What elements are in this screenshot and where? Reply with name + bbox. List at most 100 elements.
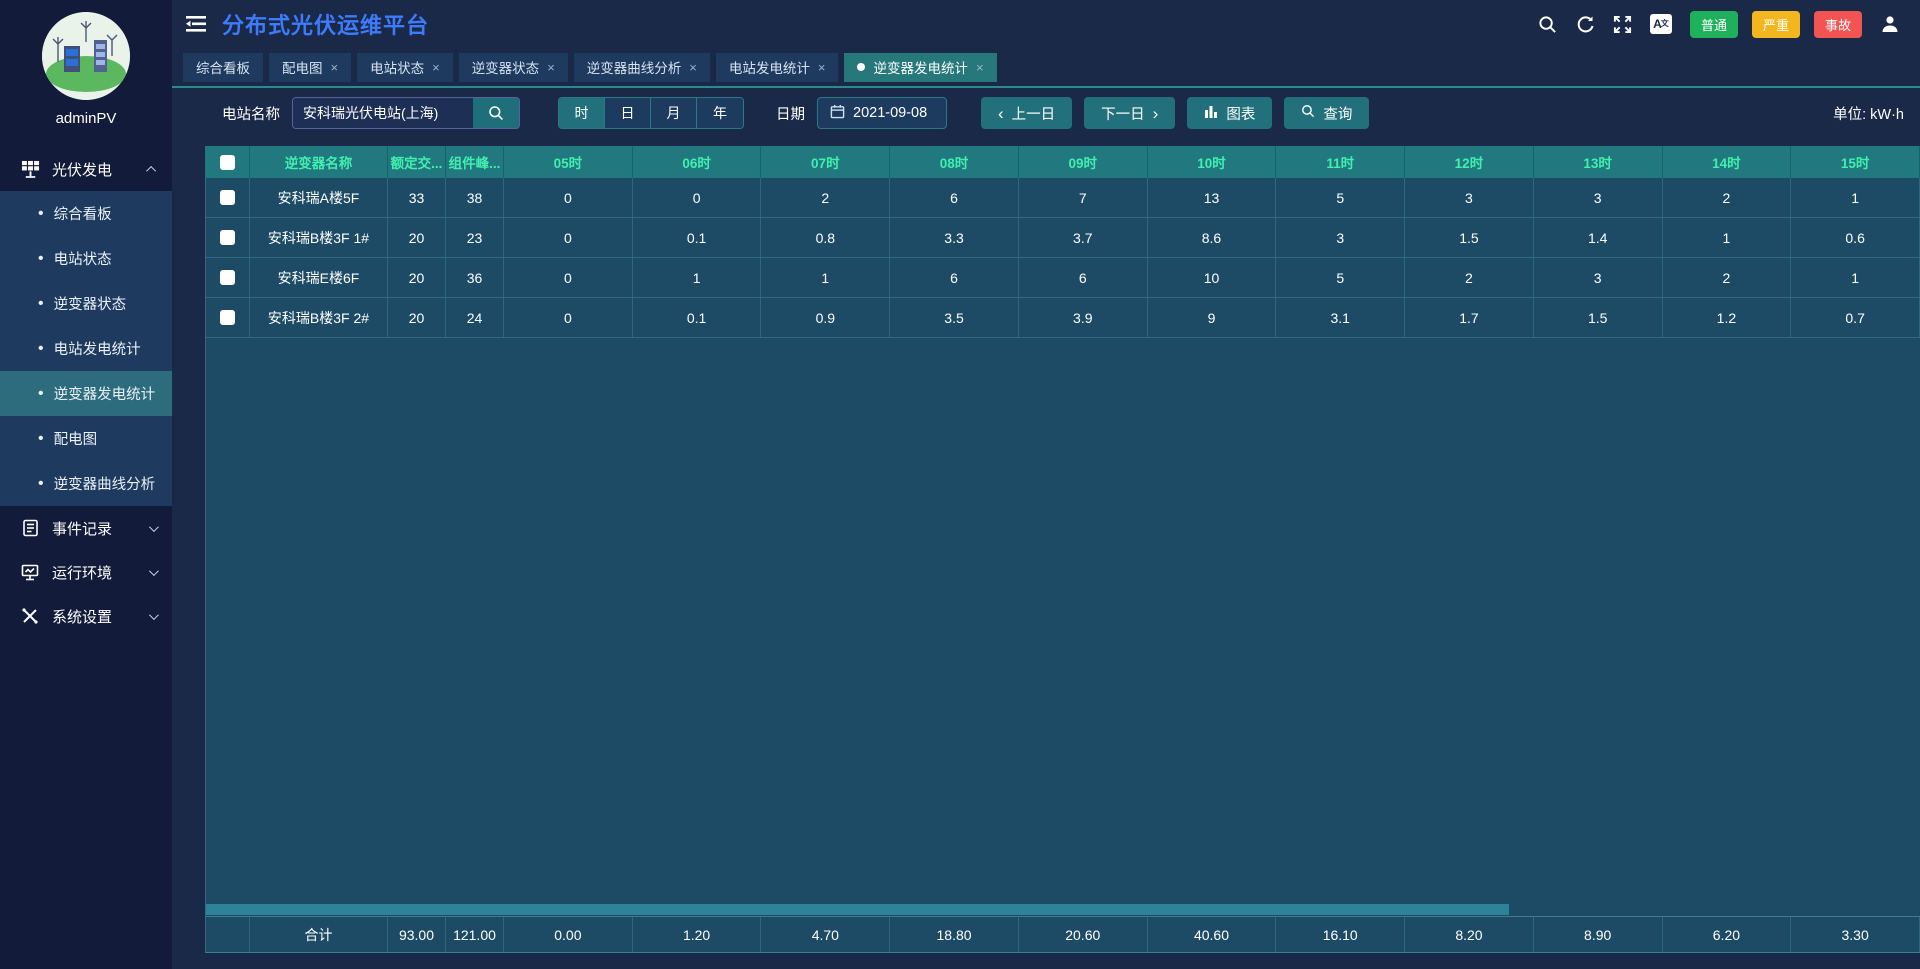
toolbar: 电站名称 时日月年 日期 2021-09-08 ‹ 上一日 下一日 › [172, 88, 1920, 138]
avatar[interactable] [42, 12, 130, 100]
tab-close-icon[interactable]: × [818, 60, 826, 75]
fullscreen-icon[interactable] [1613, 15, 1632, 34]
horizontal-scrollbar[interactable] [206, 904, 1920, 916]
chart-label: 图表 [1226, 103, 1255, 124]
tab[interactable]: 逆变器发电统计× [844, 53, 996, 82]
inverter-name-cell: 安科瑞B楼3F 2# [250, 298, 388, 337]
sidebar-subitem[interactable]: •配电图 [0, 416, 172, 461]
unit-label: 单位: kW·h [1833, 103, 1904, 124]
translate-icon[interactable]: A文 [1650, 14, 1672, 34]
content-area: 逆变器名称额定交...组件峰...05时06时07时08时09时10时11时12… [172, 138, 1920, 969]
sidebar-subitem[interactable]: •逆变器发电统计 [0, 371, 172, 416]
solar-grid-icon [20, 159, 40, 179]
date-value: 2021-09-08 [853, 105, 927, 121]
sidebar-item[interactable]: 事件记录 [0, 506, 172, 550]
tab-close-icon[interactable]: × [689, 60, 697, 75]
chevron-right-icon: › [1153, 105, 1159, 122]
chevron-down-icon [149, 610, 159, 620]
value-cell: 0 [504, 298, 633, 337]
tab-close-icon[interactable]: × [547, 60, 555, 75]
row-checkbox[interactable] [220, 230, 235, 245]
calendar-icon [830, 104, 845, 123]
scrollbar-thumb[interactable] [206, 904, 1509, 915]
value-cell: 1.2 [1663, 298, 1792, 337]
tab-close-icon[interactable]: × [432, 60, 440, 75]
inverter-name-cell: 安科瑞E楼6F [250, 258, 388, 297]
footer-total-cell: 8.90 [1534, 917, 1663, 952]
column-header: 08时 [890, 146, 1019, 178]
tab[interactable]: 配电图× [269, 53, 351, 82]
value-cell: 3.1 [1276, 298, 1405, 337]
value-cell: 20 [388, 298, 446, 337]
row-checkbox[interactable] [220, 190, 235, 205]
column-header: 额定交... [388, 146, 446, 178]
table-footer-row: 合计93.00121.000.001.204.7018.8020.6040.60… [206, 916, 1920, 953]
sidebar-item-label: 光伏发电 [52, 159, 149, 180]
footer-total-label: 合计 [250, 917, 388, 952]
search-icon[interactable] [1538, 15, 1557, 34]
tab[interactable]: 逆变器曲线分析× [574, 53, 710, 82]
period-option[interactable]: 年 [697, 98, 743, 128]
row-checkbox[interactable] [220, 310, 235, 325]
alarm-badge[interactable]: 事故 [1814, 11, 1862, 38]
refresh-icon[interactable] [1575, 14, 1595, 34]
alarm-badge[interactable]: 严重 [1752, 11, 1800, 38]
sidebar-subitem[interactable]: •电站状态 [0, 236, 172, 281]
user-icon[interactable] [1880, 14, 1900, 34]
column-header: 06时 [633, 146, 762, 178]
column-header: 05时 [504, 146, 633, 178]
chevron-down-icon [149, 522, 159, 532]
header-checkbox[interactable] [220, 155, 235, 170]
tab[interactable]: 逆变器状态× [459, 53, 568, 82]
avatar-illustration [42, 12, 130, 100]
chart-button[interactable]: 图表 [1187, 97, 1272, 129]
tab[interactable]: 综合看板 [183, 53, 263, 82]
value-cell: 38 [446, 178, 504, 217]
query-button[interactable]: 查询 [1284, 97, 1369, 129]
value-cell: 0.7 [1791, 298, 1920, 337]
period-option[interactable]: 日 [605, 98, 651, 128]
bullet-icon: • [38, 295, 44, 313]
alarm-badge[interactable]: 普通 [1690, 11, 1738, 38]
tab-close-icon[interactable]: × [331, 60, 339, 75]
column-header: 组件峰... [446, 146, 504, 178]
query-search-icon [1301, 104, 1315, 122]
value-cell: 2 [1663, 178, 1792, 217]
footer-empty-cell [206, 917, 250, 952]
row-checkbox[interactable] [220, 270, 235, 285]
station-search-button[interactable] [473, 98, 519, 128]
sidebar-subitem[interactable]: •综合看板 [0, 191, 172, 236]
value-cell: 1.5 [1405, 218, 1534, 257]
tab[interactable]: 电站状态× [357, 53, 453, 82]
tab-close-icon[interactable]: × [976, 60, 984, 75]
sidebar-subitem[interactable]: •逆变器状态 [0, 281, 172, 326]
sidebar-subitem-label: 逆变器发电统计 [54, 383, 156, 404]
period-option[interactable]: 月 [651, 98, 697, 128]
sidebar-menu: 光伏发电•综合看板•电站状态•逆变器状态•电站发电统计•逆变器发电统计•配电图•… [0, 147, 172, 638]
value-cell: 1.4 [1534, 218, 1663, 257]
value-cell: 1 [1791, 258, 1920, 297]
sidebar-item[interactable]: 光伏发电 [0, 147, 172, 191]
prev-day-button[interactable]: ‹ 上一日 [981, 97, 1072, 129]
period-option[interactable]: 时 [559, 98, 605, 128]
sidebar-item[interactable]: 系统设置 [0, 594, 172, 638]
row-checkbox-cell [206, 178, 250, 217]
value-cell: 20 [388, 218, 446, 257]
next-day-button[interactable]: 下一日 › [1084, 97, 1175, 129]
bullet-icon: • [38, 430, 44, 448]
sidebar-subitem[interactable]: •逆变器曲线分析 [0, 461, 172, 506]
sidebar-subitem[interactable]: •电站发电统计 [0, 326, 172, 371]
sidebar-item[interactable]: 运行环境 [0, 550, 172, 594]
tab[interactable]: 电站发电统计× [716, 53, 839, 82]
value-cell: 3 [1405, 178, 1534, 217]
date-picker[interactable]: 2021-09-08 [817, 97, 947, 129]
value-cell: 3.5 [890, 298, 1019, 337]
bullet-icon: • [38, 205, 44, 223]
tab-active-dot [857, 63, 865, 71]
footer-total-cell: 0.00 [504, 917, 633, 952]
sidebar-subitem-label: 电站发电统计 [54, 338, 141, 359]
menu-fold-icon[interactable] [186, 15, 206, 33]
station-name-input[interactable] [293, 98, 473, 128]
column-header: 11时 [1276, 146, 1405, 178]
footer-total-cell: 93.00 [388, 917, 446, 952]
